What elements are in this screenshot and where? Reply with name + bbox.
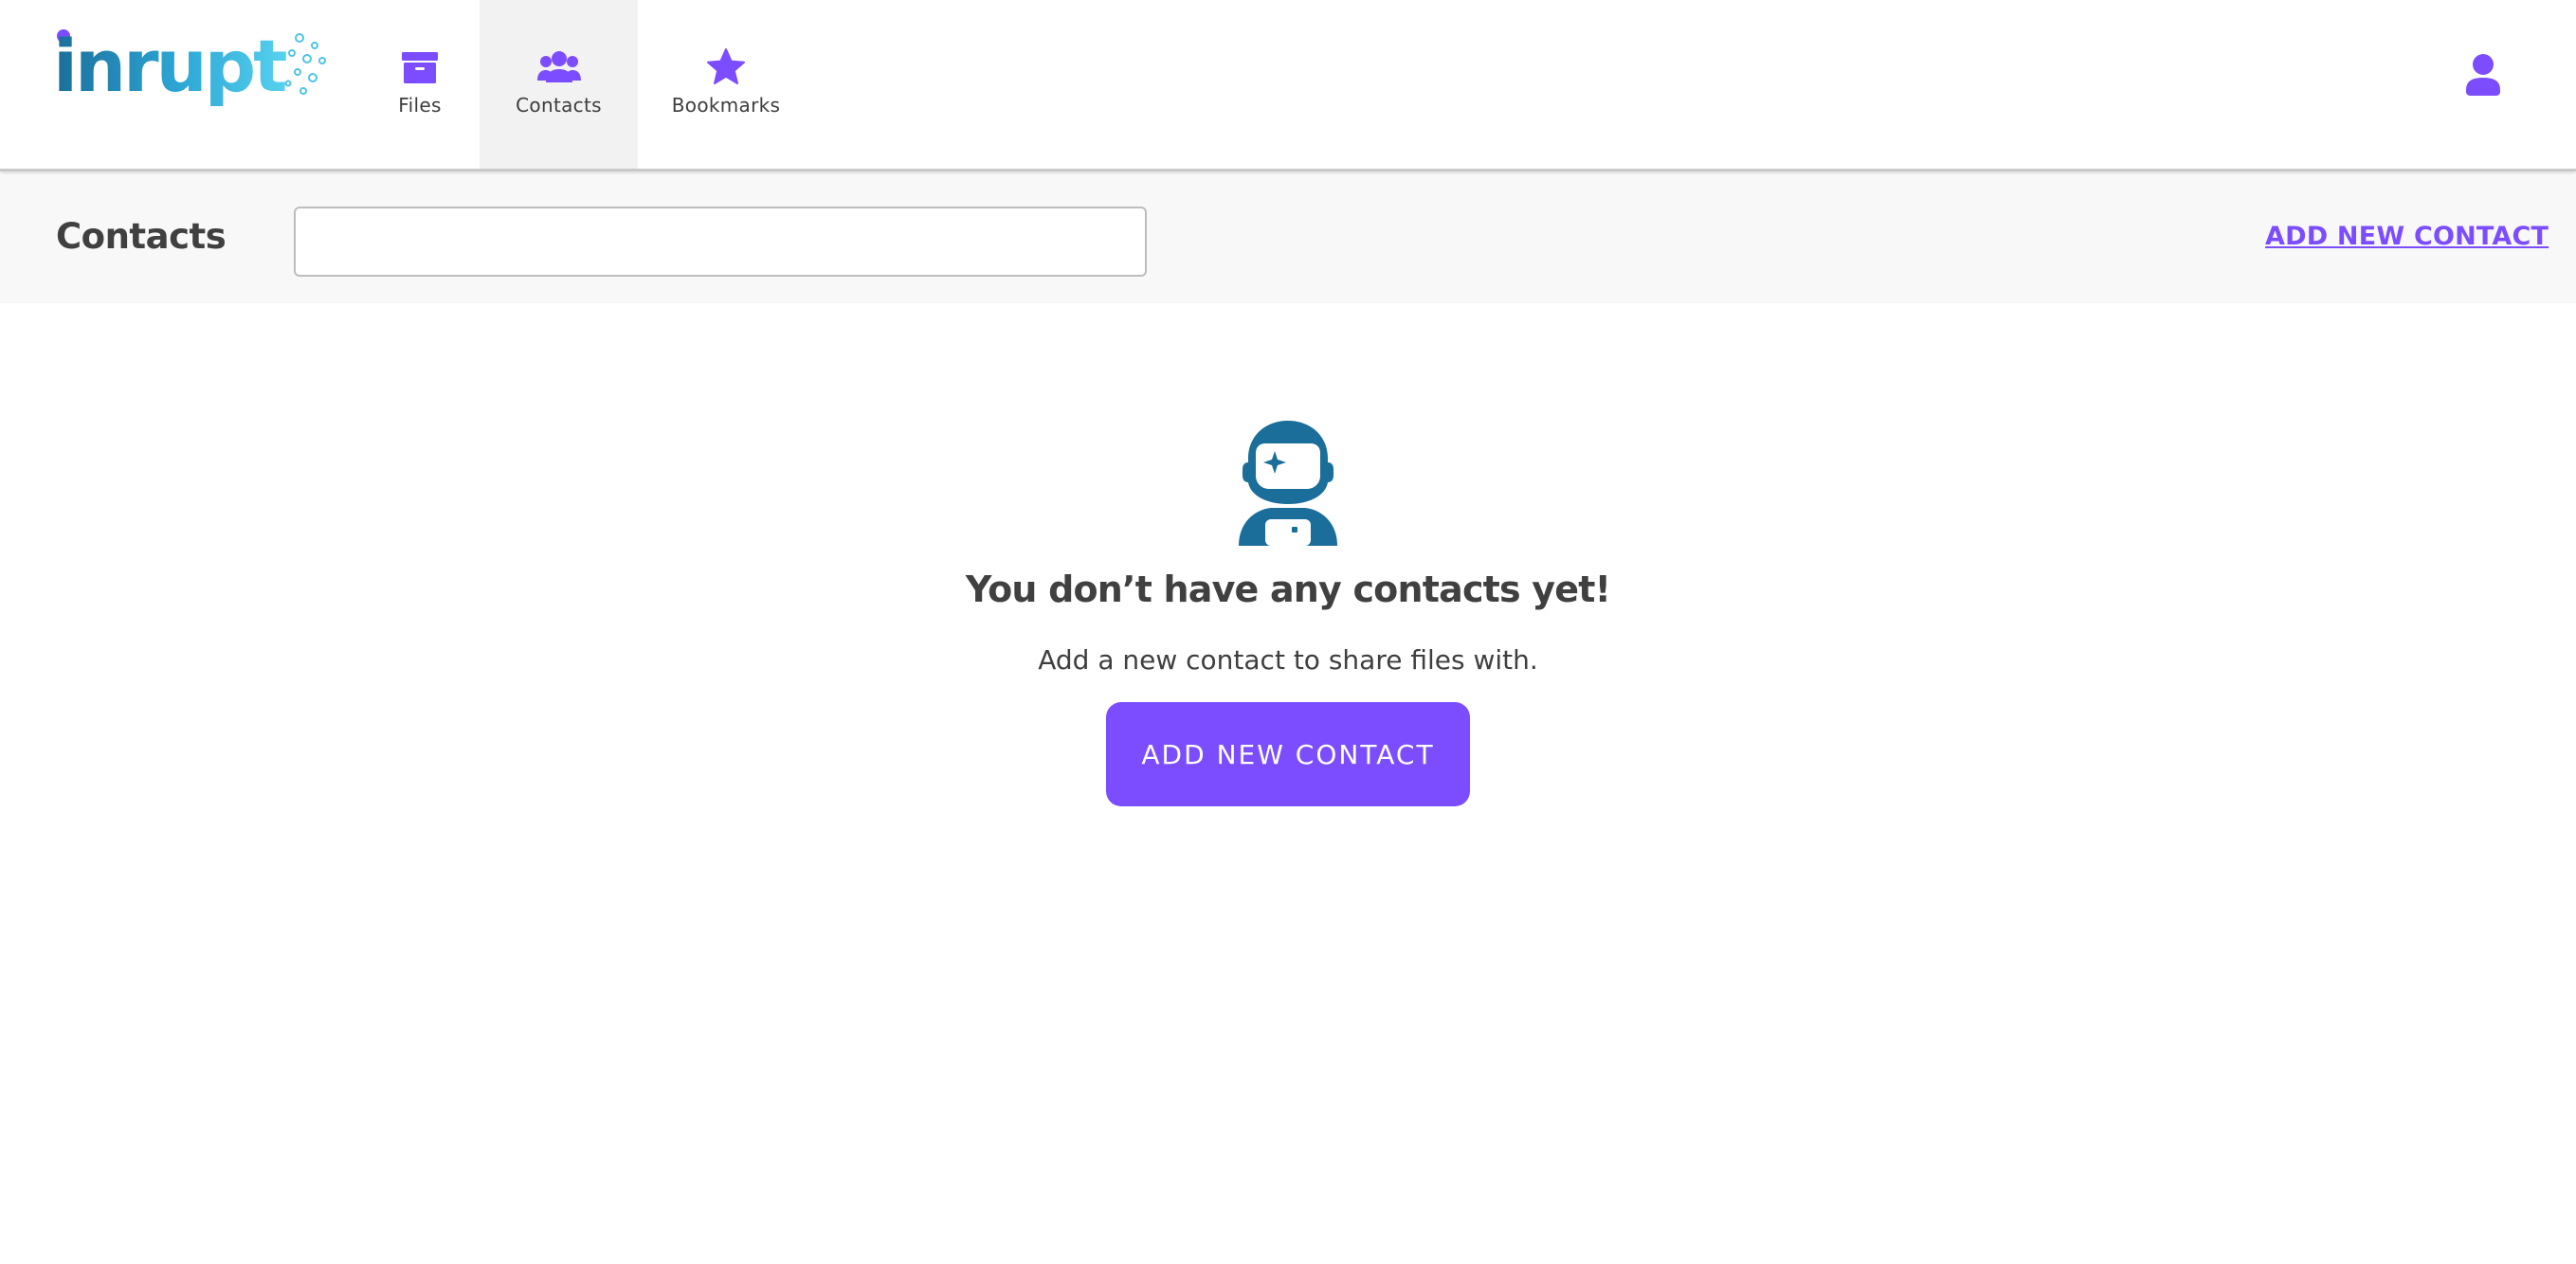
svg-text:inrupt: inrupt [53,28,286,108]
add-new-contact-button[interactable]: ADD NEW CONTACT [1106,702,1470,806]
nav-contacts-label: Contacts [516,94,602,117]
archive-box-icon [402,52,438,83]
empty-state-title: You don’t have any contacts yet! [965,569,1611,610]
top-navigation: inrupt Files Contacts Bookmarks [0,0,2576,172]
users-icon [536,51,581,82]
page-title: Contacts [56,216,227,257]
star-icon [707,48,745,84]
nav-files[interactable]: Files [379,0,461,169]
nav-bookmarks[interactable]: Bookmarks [663,0,789,169]
search-input[interactable] [294,207,1147,277]
astronaut-icon [1239,421,1337,546]
user-icon[interactable] [2462,52,2504,99]
nav-files-label: Files [398,94,442,117]
empty-state-text: Add a new contact to share files with. [1038,644,1538,676]
add-new-contact-link[interactable]: ADD NEW CONTACT [2265,222,2549,251]
empty-state: You don’t have any contacts yet! Add a n… [0,417,2576,806]
nav-bookmarks-label: Bookmarks [671,94,781,117]
contacts-toolbar: Contacts ADD NEW CONTACT [0,174,2576,303]
nav-contacts[interactable]: Contacts [480,0,638,169]
inrupt-logo[interactable]: inrupt [53,28,328,116]
